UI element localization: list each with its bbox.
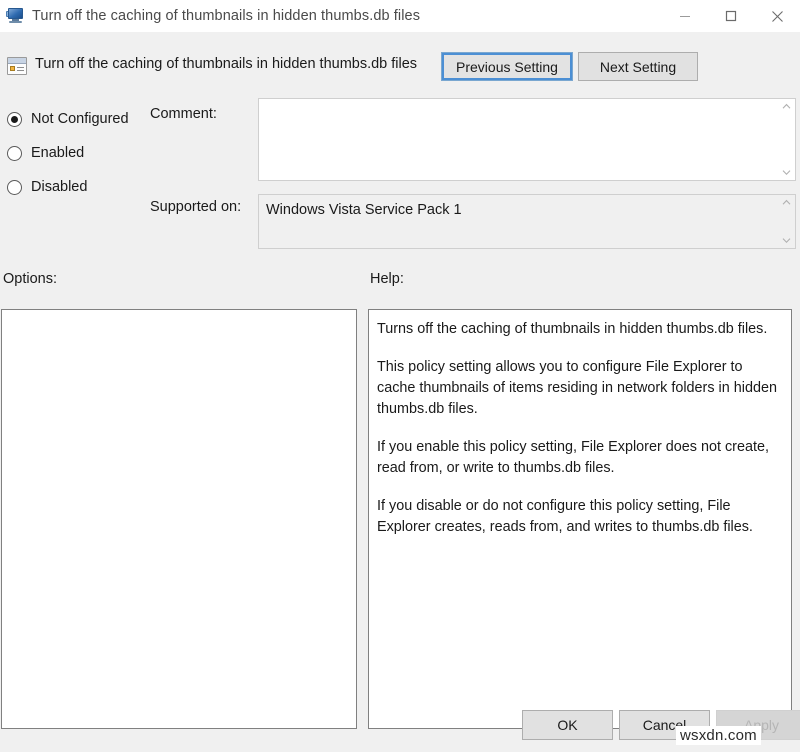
setting-title: Turn off the caching of thumbnails in hi…: [35, 56, 417, 72]
help-label: Help:: [370, 271, 404, 287]
policy-state-radio-group: Not Configured Enabled Disabled: [0, 102, 150, 204]
radio-disabled[interactable]: Disabled: [0, 170, 150, 204]
help-paragraph: This policy setting allows you to config…: [377, 357, 781, 420]
setting-header-bar: Turn off the caching of thumbnails in hi…: [0, 43, 800, 87]
supported-on-scrollbar[interactable]: [778, 195, 795, 248]
radio-mark-enabled[interactable]: [7, 146, 22, 161]
window-title-bar: Turn off the caching of thumbnails in hi…: [0, 0, 800, 32]
computer-monitor-icon: [6, 8, 24, 24]
dialog-client-area: Turn off the caching of thumbnails in hi…: [0, 32, 800, 752]
ok-button[interactable]: OK: [522, 710, 613, 740]
supported-on-value: Windows Vista Service Pack 1: [266, 202, 462, 218]
help-panel[interactable]: Turns off the caching of thumbnails in h…: [368, 309, 792, 729]
radio-label-enabled: Enabled: [31, 145, 84, 161]
window-controls: [662, 0, 800, 32]
next-setting-button[interactable]: Next Setting: [578, 52, 698, 81]
radio-mark-disabled[interactable]: [7, 180, 22, 195]
chevron-up-icon[interactable]: [778, 195, 795, 210]
supported-on-label: Supported on:: [150, 199, 241, 215]
help-paragraph: Turns off the caching of thumbnails in h…: [377, 319, 781, 340]
chevron-down-icon[interactable]: [778, 233, 795, 248]
maximize-icon[interactable]: [708, 0, 754, 32]
radio-label-not-configured: Not Configured: [31, 111, 129, 127]
help-paragraph: If you disable or do not configure this …: [377, 496, 781, 538]
chevron-down-icon[interactable]: [778, 165, 795, 180]
comment-label: Comment:: [150, 106, 217, 122]
options-label: Options:: [3, 271, 57, 287]
window-title: Turn off the caching of thumbnails in hi…: [32, 8, 420, 24]
close-icon[interactable]: [754, 0, 800, 32]
radio-mark-not-configured[interactable]: [7, 112, 22, 127]
radio-enabled[interactable]: Enabled: [0, 136, 150, 170]
watermark: wsxdn.com: [676, 726, 761, 745]
options-panel[interactable]: [1, 309, 357, 729]
radio-label-disabled: Disabled: [31, 179, 87, 195]
minimize-icon[interactable]: [662, 0, 708, 32]
group-policy-setting-icon: [7, 57, 27, 75]
comment-input[interactable]: [258, 98, 796, 181]
comment-scrollbar[interactable]: [778, 99, 795, 180]
previous-setting-button[interactable]: Previous Setting: [441, 52, 573, 81]
supported-on-field[interactable]: Windows Vista Service Pack 1: [258, 194, 796, 249]
chevron-up-icon[interactable]: [778, 99, 795, 114]
radio-not-configured[interactable]: Not Configured: [0, 102, 150, 136]
help-paragraph: If you enable this policy setting, File …: [377, 437, 781, 479]
